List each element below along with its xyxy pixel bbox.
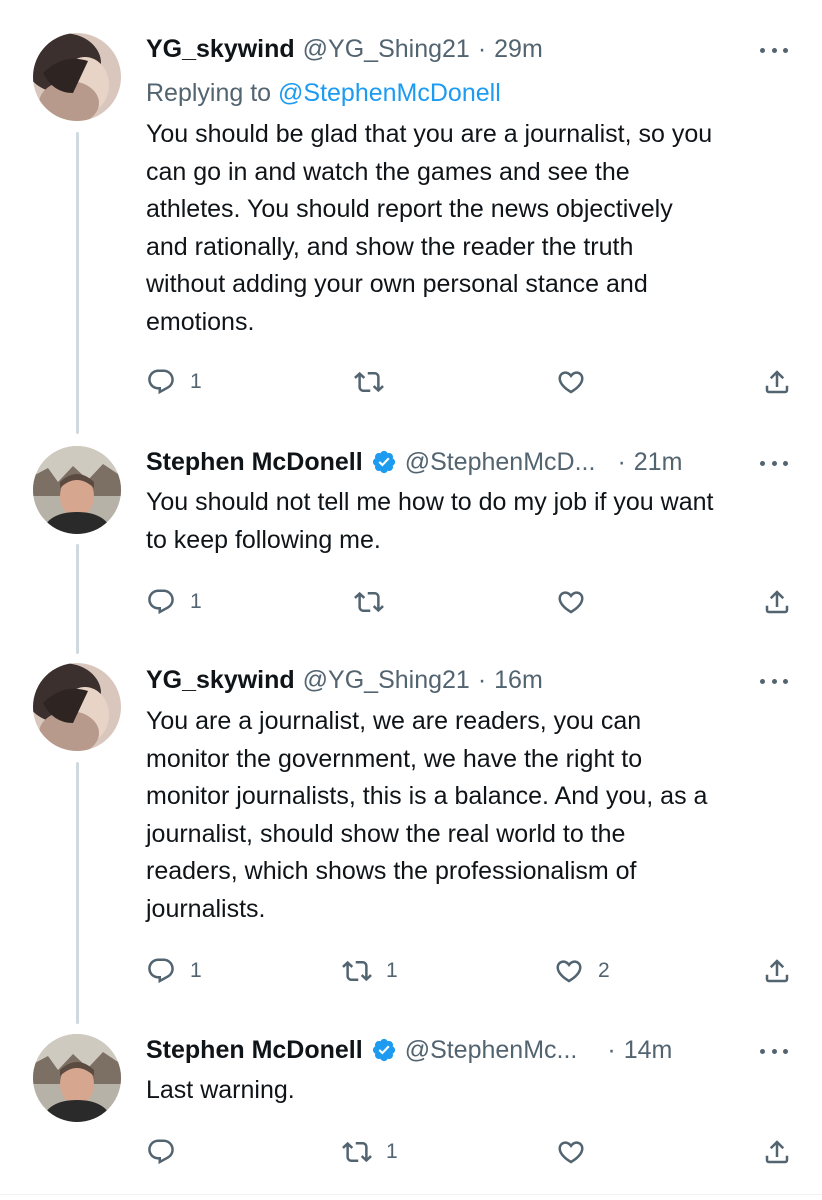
timestamp[interactable]: 16m xyxy=(494,666,543,695)
retweet-count: 1 xyxy=(386,1140,398,1163)
retweet-icon xyxy=(342,960,372,982)
display-name[interactable]: Stephen McDonell xyxy=(146,1036,363,1065)
reply-icon xyxy=(148,589,174,615)
tweet-header: Stephen McDonell @StephenMc... · 14m xyxy=(146,1035,782,1065)
share-icon xyxy=(765,959,789,983)
reply-icon xyxy=(148,958,174,984)
user-handle[interactable]: @YG_Shing21 xyxy=(303,666,470,695)
like-button[interactable] xyxy=(556,582,600,622)
replying-to: Replying to @StephenMcDonell xyxy=(146,79,501,108)
retweet-button[interactable]: 1 xyxy=(342,951,398,991)
share-icon xyxy=(765,370,789,394)
more-icon[interactable] xyxy=(760,1036,788,1066)
tweet-text: Last warning. xyxy=(146,1076,295,1104)
verified-badge-icon xyxy=(372,1038,395,1062)
tweet-text: You are a journalist, we are readers, yo… xyxy=(146,707,708,923)
more-icon[interactable] xyxy=(760,448,788,478)
thread-line xyxy=(76,544,79,654)
timestamp[interactable]: 29m xyxy=(494,35,543,64)
retweet-icon xyxy=(354,371,384,393)
reply-button[interactable]: 1 xyxy=(146,362,202,402)
tweet-header: YG_skywind @YG_Shing21 · 29m xyxy=(146,34,782,64)
reply-count: 1 xyxy=(190,959,202,982)
reply-count: 1 xyxy=(190,590,202,613)
timestamp[interactable]: 14m xyxy=(624,1036,673,1065)
tweet-text: You should be glad that you are a journa… xyxy=(146,120,713,336)
retweet-button[interactable] xyxy=(354,582,398,622)
timestamp[interactable]: 21m xyxy=(634,448,683,477)
replying-to-label: Replying to xyxy=(146,79,279,107)
tweet-text: You should not tell me how to do my job … xyxy=(146,488,714,554)
share-icon xyxy=(765,590,789,614)
user-handle[interactable]: @StephenMcD... xyxy=(405,448,596,477)
separator-dot: · xyxy=(477,665,487,694)
retweet-icon xyxy=(342,1141,372,1163)
avatar[interactable] xyxy=(33,1034,121,1122)
reply-icon xyxy=(148,1139,174,1165)
tweet-actions: 1 1 2 xyxy=(146,951,796,991)
separator-dot: · xyxy=(617,447,626,476)
avatar[interactable] xyxy=(33,33,121,121)
mention-link[interactable]: @StephenMcDonell xyxy=(278,79,501,107)
tweet-actions: 1 xyxy=(146,1132,796,1172)
more-icon[interactable] xyxy=(760,666,788,696)
separator-dot: · xyxy=(607,1035,616,1064)
like-button[interactable] xyxy=(556,1132,600,1172)
avatar[interactable] xyxy=(33,663,121,751)
share-button[interactable] xyxy=(762,1132,792,1172)
tweet-actions: 1 xyxy=(146,582,796,622)
retweet-button[interactable] xyxy=(354,362,398,402)
bottom-divider xyxy=(0,1194,822,1195)
tweet[interactable]: YG_skywind @YG_Shing21 · 29m Replying to… xyxy=(0,0,822,430)
share-button[interactable] xyxy=(762,582,792,622)
thread-line xyxy=(76,762,79,1024)
share-button[interactable] xyxy=(762,362,792,402)
like-button[interactable]: 2 xyxy=(554,951,610,991)
tweet-actions: 1 xyxy=(146,362,796,402)
reply-button[interactable]: 1 xyxy=(146,951,202,991)
share-icon xyxy=(765,1140,789,1164)
retweet-icon xyxy=(354,591,384,613)
display-name[interactable]: YG_skywind xyxy=(146,666,295,695)
verified-badge-icon xyxy=(372,450,395,474)
reply-icon xyxy=(148,369,174,395)
more-icon[interactable] xyxy=(760,35,788,65)
display-name[interactable]: Stephen McDonell xyxy=(146,448,363,477)
user-handle[interactable]: @YG_Shing21 xyxy=(303,35,470,64)
reply-button[interactable]: 1 xyxy=(146,582,202,622)
like-count: 2 xyxy=(598,959,610,982)
heart-icon xyxy=(558,591,584,614)
tweet-header: Stephen McDonell @StephenMcD... · 21m xyxy=(146,447,782,477)
share-button[interactable] xyxy=(762,951,792,991)
heart-icon xyxy=(558,371,584,394)
separator-dot: · xyxy=(477,34,487,63)
heart-icon xyxy=(558,1141,584,1164)
reply-count: 1 xyxy=(190,370,202,393)
tweet-header: YG_skywind @YG_Shing21 · 16m xyxy=(146,665,782,695)
avatar[interactable] xyxy=(33,446,121,534)
retweet-button[interactable]: 1 xyxy=(342,1132,398,1172)
reply-button[interactable] xyxy=(146,1132,190,1172)
user-handle[interactable]: @StephenMc... xyxy=(405,1036,578,1065)
retweet-count: 1 xyxy=(386,959,398,982)
like-button[interactable] xyxy=(556,362,600,402)
heart-icon xyxy=(556,960,582,983)
display-name[interactable]: YG_skywind xyxy=(146,35,295,64)
